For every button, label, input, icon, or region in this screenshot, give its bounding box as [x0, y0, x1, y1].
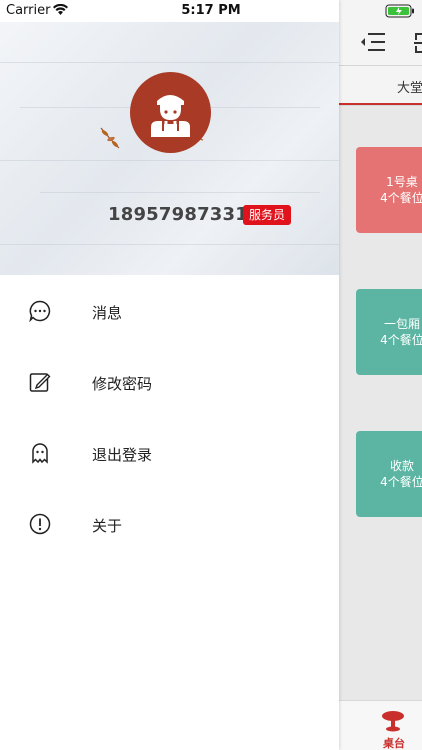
- table-card[interactable]: 收款 4个餐位: [356, 431, 422, 517]
- tab-hall-label: 大堂: [397, 81, 422, 96]
- tab-active-indicator: [339, 103, 422, 105]
- profile-header: 18957987331 服务员: [0, 22, 339, 275]
- status-time: 5:17 PM: [181, 3, 241, 18]
- menu-item-logout[interactable]: 退出登录: [0, 423, 339, 483]
- scan-icon[interactable]: [414, 32, 422, 54]
- menu-item-change-password[interactable]: 修改密码: [0, 352, 339, 412]
- role-badge: 服务员: [243, 205, 292, 225]
- info-icon: [29, 513, 51, 535]
- side-drawer: Carrier 5:17 PM 18957987331 服务员 消息 修改密码 …: [0, 0, 339, 750]
- table-card[interactable]: 一包厢 4个餐位: [356, 289, 422, 375]
- menu-item-messages[interactable]: 消息: [0, 281, 339, 341]
- ghost-icon: [32, 443, 48, 464]
- background-app: 大堂 1号桌 4个餐位 一包厢 4个餐位 收款 4个餐位 桌台: [339, 0, 422, 750]
- menu-item-label: 消息: [92, 304, 123, 322]
- table-name: 一包厢: [383, 317, 420, 331]
- menu-item-label: 关于: [92, 517, 123, 535]
- bottom-tab-label: 桌台: [383, 737, 405, 750]
- table-card[interactable]: 1号桌 4个餐位: [356, 147, 422, 233]
- table-seats: 4个餐位: [380, 333, 422, 347]
- status-bar: Carrier 5:17 PM: [0, 0, 339, 22]
- menu-collapse-icon[interactable]: [359, 30, 387, 54]
- menu-item-label: 退出登录: [92, 446, 153, 464]
- table-seats: 4个餐位: [380, 191, 422, 205]
- message-icon: [29, 300, 51, 322]
- table-seats: 4个餐位: [380, 475, 422, 489]
- menu-item-about[interactable]: 关于: [0, 494, 339, 554]
- table-name: 收款: [389, 459, 414, 473]
- edit-icon: [29, 373, 51, 392]
- user-phone: 18957987331: [108, 204, 248, 225]
- table-name: 1号桌: [386, 175, 418, 189]
- dining-table-icon: [382, 711, 404, 732]
- app-root: 大堂 1号桌 4个餐位 一包厢 4个餐位 收款 4个餐位 桌台 Carrier: [0, 0, 422, 750]
- tab-hall[interactable]: 大堂: [339, 66, 422, 106]
- user-avatar[interactable]: [130, 72, 211, 153]
- waiter-avatar-icon: [151, 95, 190, 137]
- bottom-tab-tables[interactable]: 桌台: [339, 700, 422, 750]
- menu-item-label: 修改密码: [92, 375, 153, 393]
